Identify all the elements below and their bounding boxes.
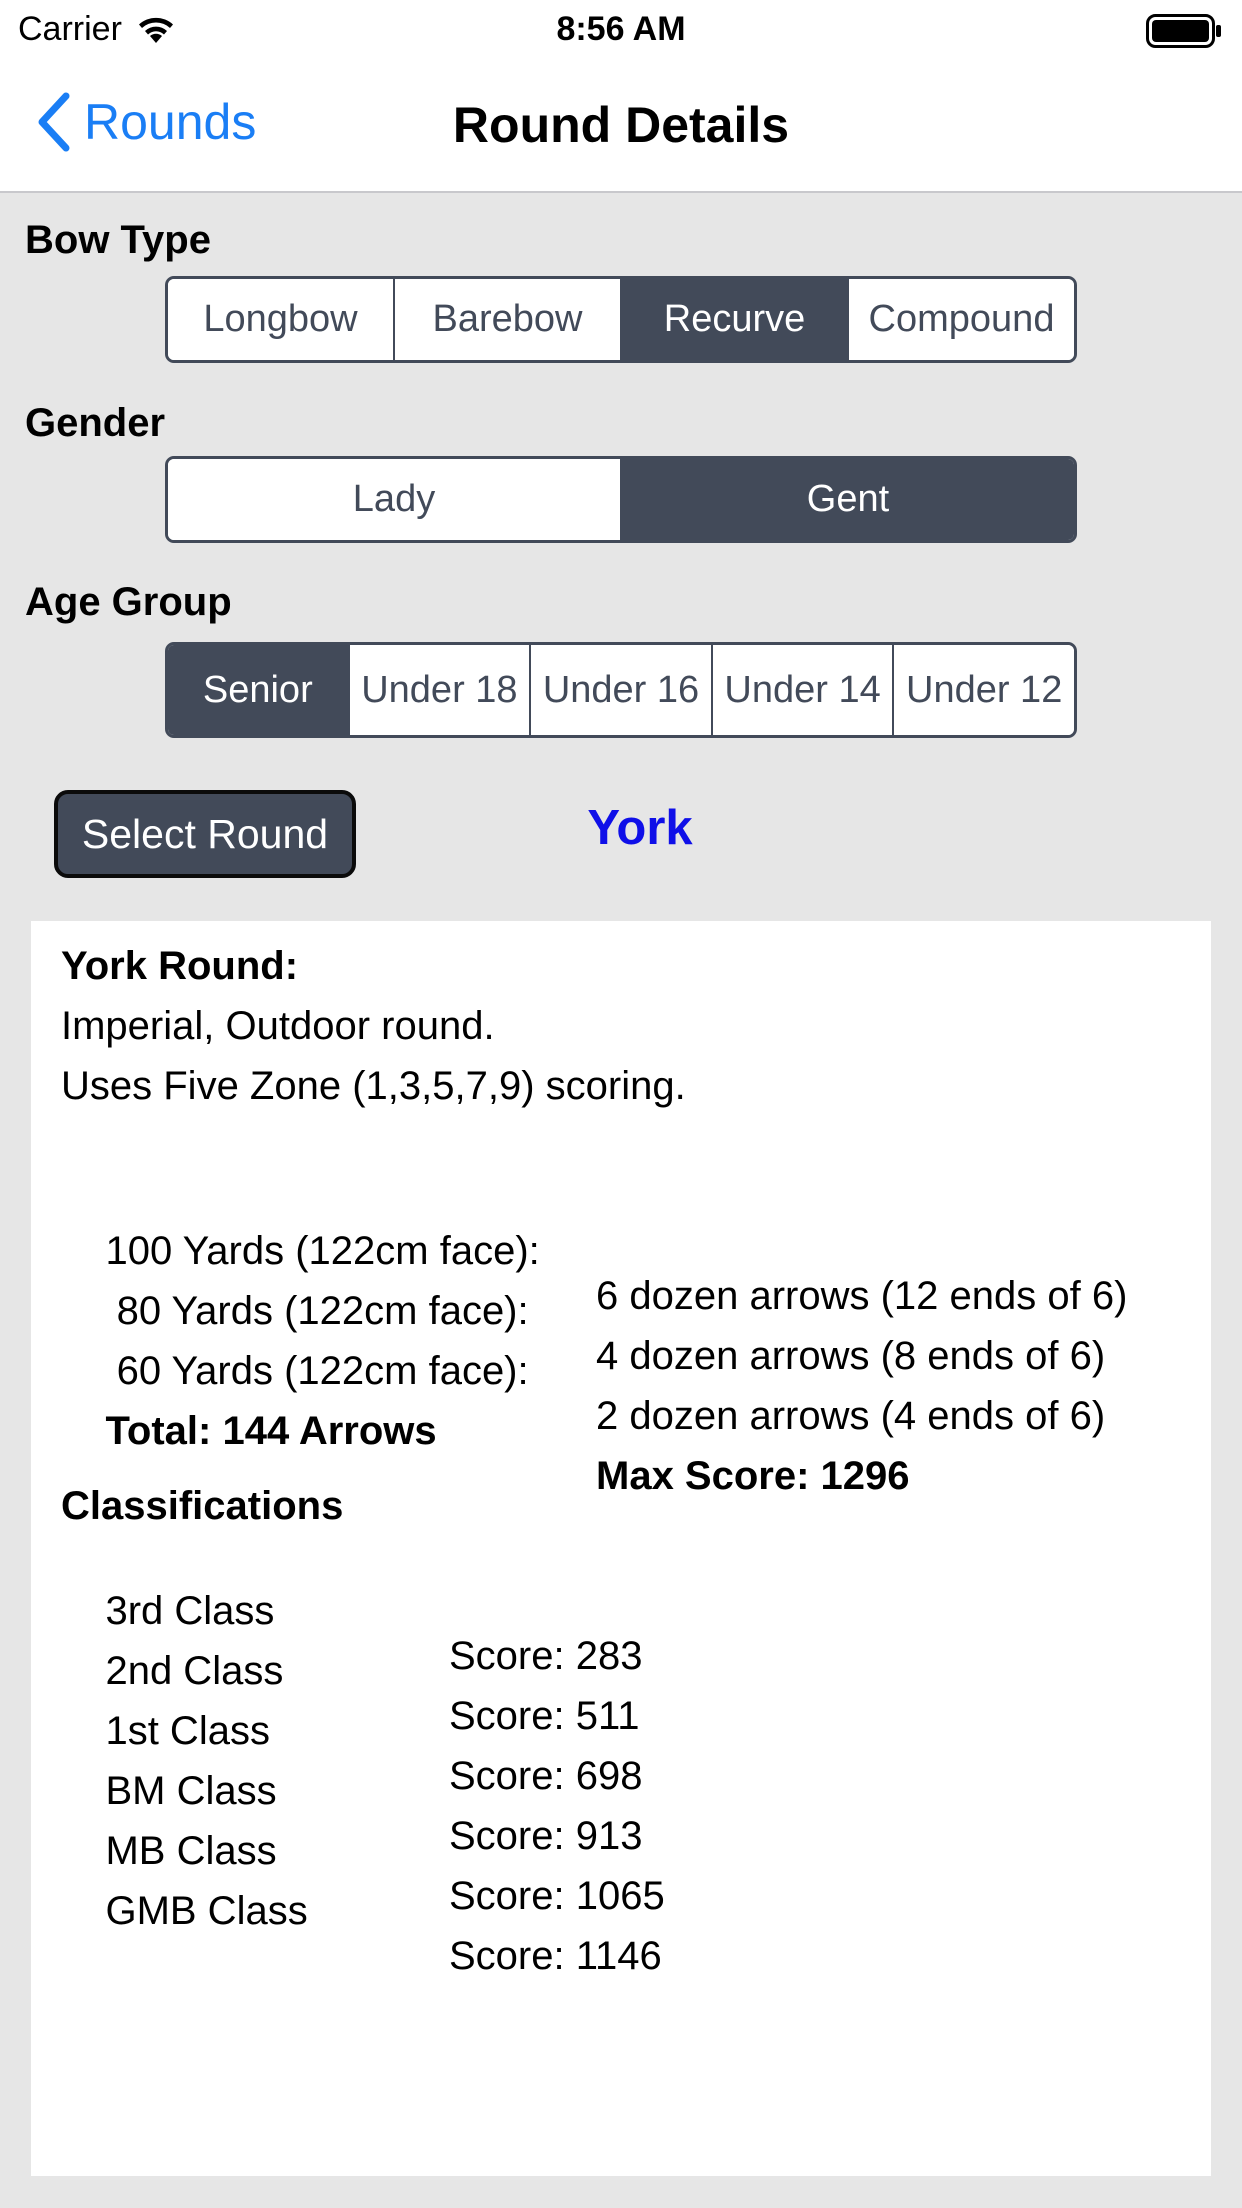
battery-icon (1146, 14, 1221, 48)
distance-arrows: 4 dozen arrows (8 ends of 6) (596, 1334, 1106, 1378)
classification-score: Score: 1146 (449, 1934, 662, 1978)
classification-score: Score: 1065 (449, 1874, 665, 1918)
segment-under-16[interactable]: Under 16 (529, 645, 711, 735)
age-group-segmented-control: Senior Under 18 Under 16 Under 14 Under … (165, 642, 1077, 738)
distance-arrows: 6 dozen arrows (12 ends of 6) (596, 1274, 1128, 1318)
bow-type-label: Bow Type (25, 218, 211, 262)
age-group-label: Age Group (25, 580, 232, 624)
round-description-scoring: Uses Five Zone (1,3,5,7,9) scoring. (61, 1064, 686, 1108)
status-time: 8:56 AM (556, 10, 686, 48)
segment-under-18[interactable]: Under 18 (347, 645, 530, 735)
gender-label: Gender (25, 401, 166, 445)
classification-name: GMB Class (105, 1889, 308, 1933)
classification-score: Score: 698 (449, 1754, 643, 1798)
navigation-bar: Rounds Round Details (0, 60, 1242, 193)
segment-under-12[interactable]: Under 12 (892, 645, 1074, 735)
max-score: Max Score: 1296 (596, 1454, 910, 1498)
page-title: Round Details (452, 97, 790, 153)
distance-arrows: 2 dozen arrows (4 ends of 6) (596, 1394, 1106, 1438)
segment-compound[interactable]: Compound (847, 279, 1074, 360)
segment-gent[interactable]: Gent (620, 459, 1074, 540)
status-bar: Carrier 8:56 AM (0, 0, 1242, 60)
segment-recurve[interactable]: Recurve (620, 279, 847, 360)
segment-lady[interactable]: Lady (168, 459, 620, 540)
total-arrows: Total: 144 Arrows (105, 1409, 437, 1453)
select-round-button[interactable]: Select Round (54, 790, 356, 878)
classification-score: Score: 511 (449, 1694, 640, 1738)
classifications-heading: Classifications (61, 1484, 344, 1528)
classification-score: Score: 913 (449, 1814, 643, 1858)
classification-score: Score: 283 (449, 1634, 643, 1678)
gender-segmented-control: Lady Gent (165, 456, 1077, 543)
segment-longbow[interactable]: Longbow (168, 279, 393, 360)
round-description-format: Imperial, Outdoor round. (61, 1004, 495, 1048)
segment-barebow[interactable]: Barebow (393, 279, 620, 360)
round-details-panel: York Round: Imperial, Outdoor round. Use… (31, 921, 1211, 2176)
round-heading: York Round: (61, 944, 299, 988)
segment-senior[interactable]: Senior (168, 645, 348, 735)
segment-under-14[interactable]: Under 14 (710, 645, 893, 735)
classification-row: GMB Class Score: 1146 (61, 1844, 661, 2024)
bow-type-segmented-control: Longbow Barebow Recurve Compound (165, 276, 1077, 363)
selected-round-name: York (587, 801, 693, 855)
